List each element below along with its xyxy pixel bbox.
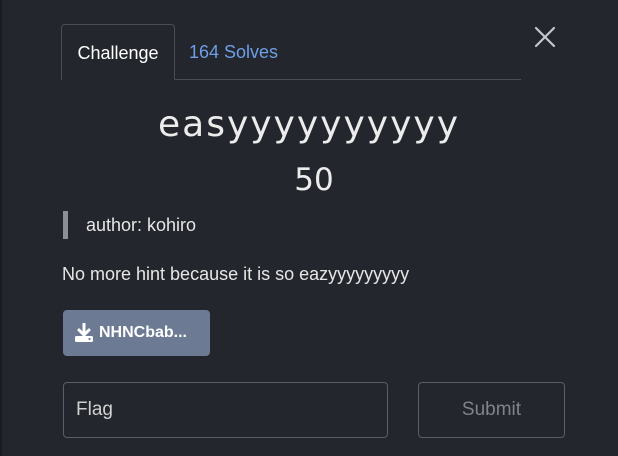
tab-challenge[interactable]: Challenge xyxy=(61,24,175,80)
challenge-tabs: Challenge 164 Solves xyxy=(61,24,521,80)
tab-solves[interactable]: 164 Solves xyxy=(189,24,278,79)
author-text: author: kohiro xyxy=(86,215,197,235)
submit-button[interactable]: Submit xyxy=(418,382,565,438)
close-icon xyxy=(534,26,556,48)
close-button[interactable] xyxy=(530,22,560,52)
file-name-label: NHNCbab... xyxy=(99,324,187,341)
challenge-description: No more hint because it is so eazyyyyyyy… xyxy=(62,264,410,284)
challenge-title: easyyyyyyyyyy xyxy=(157,104,460,145)
flag-input[interactable] xyxy=(63,382,388,438)
download-file-button[interactable]: NHNCbab... xyxy=(63,310,210,356)
download-icon xyxy=(73,322,95,343)
author-blockquote: author: kohiro xyxy=(63,211,196,239)
challenge-points: 50 xyxy=(294,162,334,198)
